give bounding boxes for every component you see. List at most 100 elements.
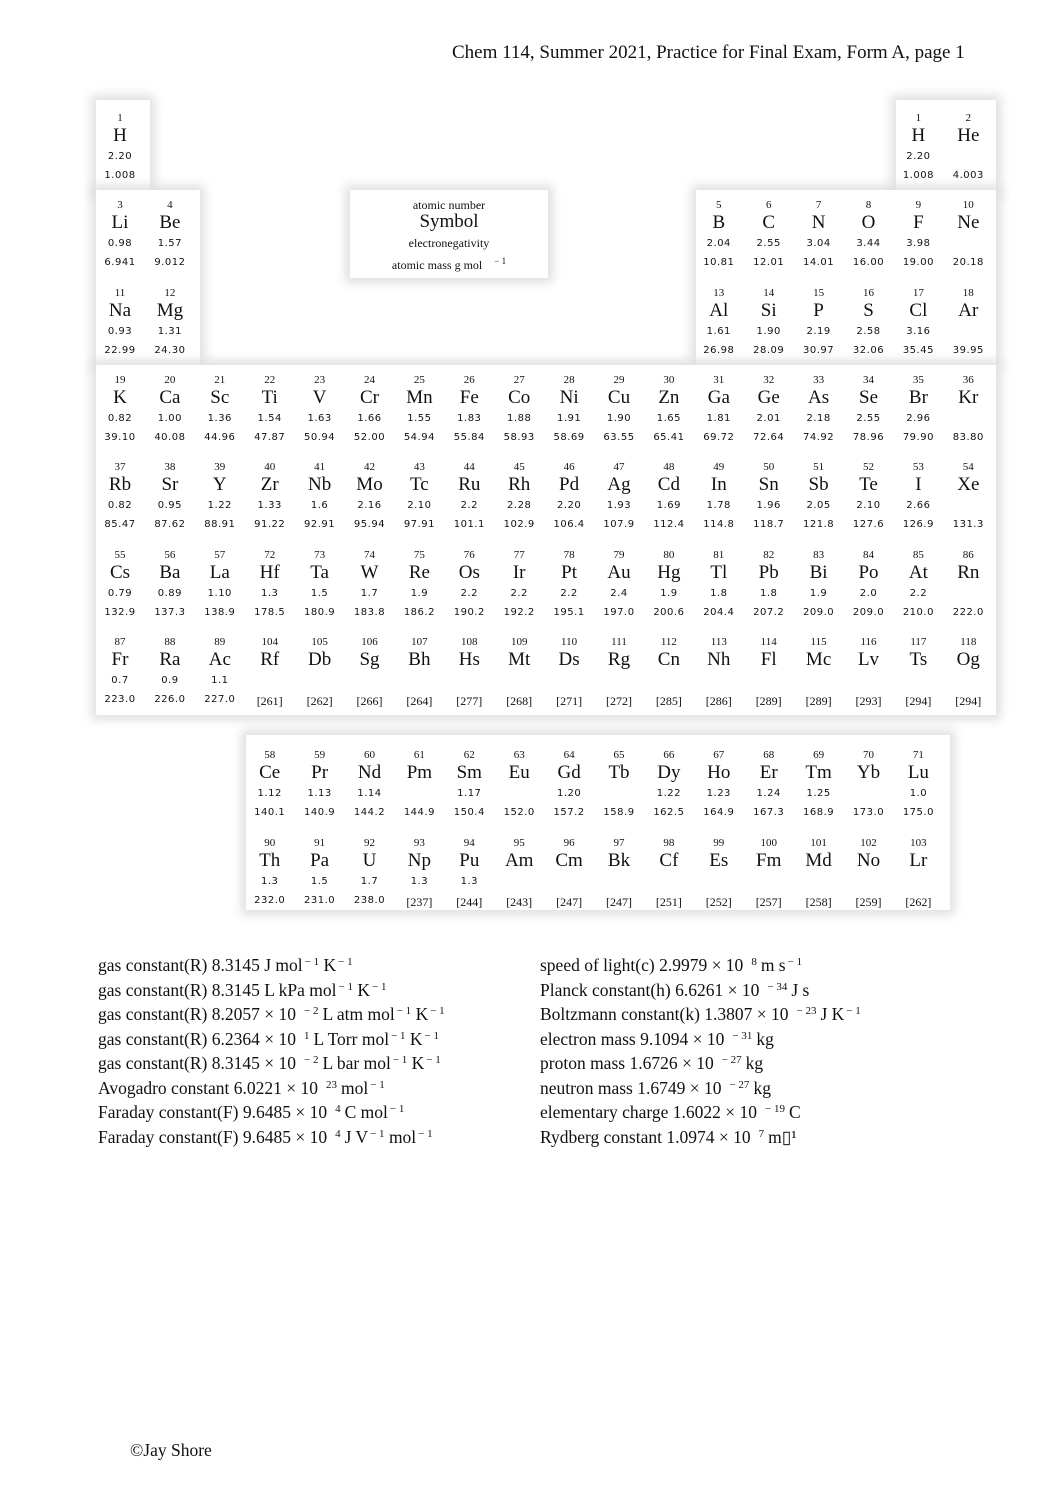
- element-symbol: Fr: [111, 648, 129, 670]
- element-symbol: H: [911, 125, 926, 146]
- constant-line: speed of light(c) 2.9979 × 10 8 m s − 1: [540, 952, 861, 977]
- element-cell-nb: 41 Nb 1.6 92.91: [295, 453, 345, 539]
- element-cell-ga: 31 Ga 1.81 69.72: [694, 366, 744, 452]
- atomic-mass: 40.08: [154, 431, 186, 443]
- constant-value: 8.2057 × 10: [211, 1004, 296, 1024]
- atomic-number: 118: [960, 635, 977, 648]
- constant-exponent: 7: [758, 1127, 765, 1140]
- atomic-mass: [237]: [406, 895, 433, 909]
- atomic-mass: 97.91: [403, 519, 435, 531]
- constant-exponent: − 31: [732, 1029, 753, 1042]
- electronegativity: 1.83: [457, 412, 482, 424]
- atomic-number: 20: [164, 373, 176, 386]
- electronegativity: 2.18: [806, 412, 831, 424]
- element-symbol: H: [113, 125, 127, 146]
- atomic-number: 35: [912, 373, 924, 386]
- atomic-mass: 131.3: [952, 519, 984, 531]
- element-cell-au: 79 Au 2.4 197.0: [594, 541, 644, 627]
- atomic-mass: 95.94: [353, 519, 386, 531]
- electronegativity: 1.13: [307, 788, 332, 799]
- atomic-number: 63: [513, 749, 525, 761]
- atomic-mass: [286]: [705, 693, 732, 708]
- unit-text: J K: [820, 1004, 845, 1024]
- constant-name: proton mass: [540, 1053, 626, 1073]
- atomic-mass: [268]: [506, 693, 533, 708]
- electronegativity: 2.20: [556, 500, 582, 512]
- element-symbol: He: [957, 125, 980, 146]
- atomic-number: 42: [364, 461, 375, 474]
- element-symbol: Mt: [508, 648, 531, 670]
- atomic-number: 29: [613, 373, 625, 386]
- element-cell-tb: 65 Tb 158.9: [594, 741, 644, 827]
- element-symbol: Hf: [259, 561, 280, 583]
- electronegativity: 2.2: [460, 587, 478, 599]
- unit-text: L kPa mol: [264, 979, 337, 1000]
- element-cell-np: 93 Np 1.3 [237]: [394, 829, 444, 915]
- atomic-mass: 180.9: [304, 606, 336, 618]
- electronegativity: 1.8: [710, 587, 728, 599]
- atomic-number: 14: [763, 286, 775, 299]
- element-symbol: Mn: [406, 386, 433, 408]
- atomic-number: 108: [461, 635, 478, 648]
- atomic-mass: 140.9: [304, 807, 336, 818]
- atomic-number: 65: [613, 749, 625, 761]
- atomic-mass: 12.01: [753, 257, 785, 269]
- electronegativity: 2.2: [510, 587, 528, 599]
- element-cell-hf: 72 Hf 1.3 178.5: [245, 541, 295, 627]
- constant-value: 8.3145: [211, 955, 260, 975]
- element-cell-mt: 109 Mt [268]: [494, 628, 544, 714]
- element-cell-ba: 56 Ba 0.89 137.3: [145, 541, 195, 627]
- atomic-mass: 19.00: [902, 257, 934, 269]
- electronegativity: 1.3: [260, 876, 279, 887]
- atomic-number: 2: [965, 112, 972, 124]
- element-cell-ac: 89 Ac 1.1 227.0: [195, 628, 245, 714]
- constant-exponent: − 34: [767, 980, 788, 993]
- electronegativity: 1.24: [756, 788, 781, 799]
- element-cell-zr: 40 Zr 1.33 91.22: [245, 453, 295, 539]
- electronegativity: 1.3: [460, 876, 478, 887]
- constant-units: J K − 1: [821, 1004, 861, 1024]
- atomic-mass: 87.62: [154, 519, 186, 531]
- unit-text: C: [789, 1102, 801, 1122]
- atomic-number: 49: [713, 461, 725, 474]
- atomic-number: 112: [660, 635, 677, 648]
- constant-exponent: 8: [751, 956, 757, 968]
- atomic-mass: 162.5: [653, 807, 685, 818]
- atomic-mass: 78.96: [852, 431, 885, 443]
- element-symbol: Fm: [756, 850, 782, 871]
- atomic-mass: [262]: [905, 895, 932, 909]
- element-symbol: Bk: [607, 850, 631, 871]
- constant-value: 6.2364 × 10: [211, 1028, 296, 1049]
- atomic-number: 7: [815, 199, 822, 212]
- element-symbol: Cr: [360, 386, 379, 408]
- atomic-mass: 157.2: [553, 807, 585, 818]
- atomic-number: 61: [413, 749, 425, 761]
- atomic-mass: 231.0: [304, 895, 336, 906]
- atomic-mass: 200.6: [653, 606, 685, 618]
- constant-units: kg: [756, 1029, 774, 1049]
- atomic-number: 10: [962, 199, 974, 212]
- atomic-mass: 85.47: [104, 519, 136, 531]
- atomic-mass: 24.30: [154, 344, 186, 356]
- element-cell-u: 92 U 1.7 238.0: [345, 829, 395, 915]
- atomic-mass: 39.10: [104, 431, 136, 443]
- element-cell-rg: 111 Rg [272]: [594, 628, 644, 714]
- atomic-number: 36: [962, 373, 974, 386]
- element-symbol: Ra: [159, 648, 181, 670]
- element-cell-xe: 54 Xe 131.3: [943, 453, 993, 539]
- constant-name: Faraday constant(F): [98, 1126, 239, 1147]
- atomic-mass: 28.09: [753, 344, 785, 356]
- element-symbol: Ir: [512, 561, 526, 583]
- element-cell-lu: 71 Lu 1.0 175.0: [893, 741, 943, 827]
- atomic-mass: 101.1: [453, 519, 485, 531]
- atomic-number: 32: [763, 373, 775, 386]
- electronegativity: 0.82: [107, 500, 133, 512]
- constant-value: 8.3145: [211, 979, 260, 1000]
- atomic-number: 97: [613, 837, 625, 849]
- atomic-number: 115: [810, 635, 827, 648]
- element-symbol: Re: [408, 561, 430, 583]
- atomic-number: 104: [261, 635, 278, 648]
- electronegativity: 0.7: [111, 674, 129, 686]
- element-symbol: B: [712, 212, 726, 234]
- atomic-number: 90: [264, 837, 276, 849]
